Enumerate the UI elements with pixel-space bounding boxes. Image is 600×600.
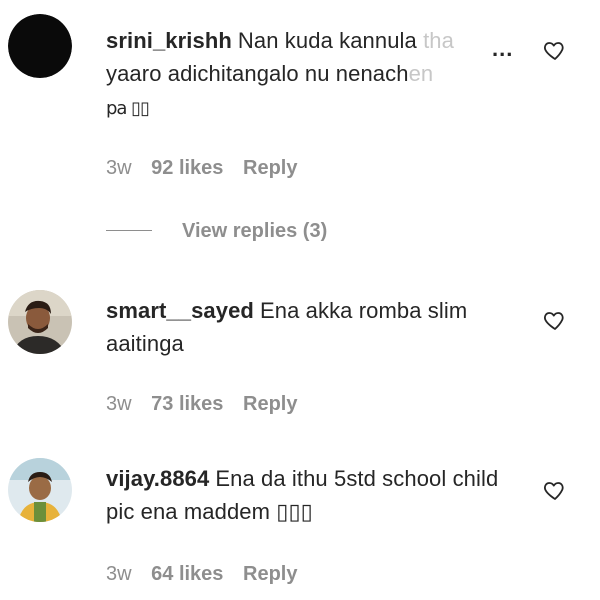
comment-text-faded: tha xyxy=(423,28,454,53)
heart-icon xyxy=(544,482,564,500)
like-button[interactable] xyxy=(542,478,568,502)
like-button[interactable] xyxy=(542,308,568,332)
reply-button[interactable]: Reply xyxy=(243,393,297,415)
avatar[interactable] xyxy=(8,14,72,78)
comment-meta: 3w 73 likes Reply xyxy=(106,392,311,416)
comment-meta: 3w 64 likes Reply xyxy=(106,562,311,586)
comment-text-part: Nan kuda kannula xyxy=(237,28,424,53)
man-photo-avatar-icon xyxy=(8,290,72,354)
comment-text: vijay.8864 Ena da ithu 5std school child … xyxy=(106,462,526,528)
comment-username[interactable]: srini_krishh xyxy=(106,28,232,53)
view-replies-label: View replies (3) xyxy=(182,220,328,242)
reply-button[interactable]: Reply xyxy=(243,563,297,585)
comment-text-line2: yaaro adichitangalo nu nenach xyxy=(106,61,409,86)
child-photo-avatar-icon xyxy=(8,458,72,522)
likes-count[interactable]: 73 likes xyxy=(151,393,223,415)
likes-count[interactable]: 64 likes xyxy=(151,563,223,585)
comment-text: srini_krishh Nan kuda kannula tha yaaro a… xyxy=(106,24,526,125)
avatar[interactable] xyxy=(8,290,72,354)
comment-username[interactable]: vijay.8864 xyxy=(106,466,209,491)
comment-text-line2-faded: en xyxy=(408,61,434,86)
comment-time: 3w xyxy=(106,563,132,585)
comment-time: 3w xyxy=(106,393,132,415)
view-replies-button[interactable]: View replies (3) xyxy=(106,219,327,243)
comment-time: 3w xyxy=(106,157,132,179)
comment-text-line3: pa ▯▯ xyxy=(106,98,150,119)
comment-meta: 3w 92 likes Reply xyxy=(106,156,311,180)
like-button[interactable] xyxy=(542,38,568,62)
divider-line xyxy=(106,229,152,231)
comment-username[interactable]: smart__sayed xyxy=(106,298,254,323)
more-options-button[interactable]: ... xyxy=(492,38,513,60)
heart-icon xyxy=(544,312,564,330)
likes-count[interactable]: 92 likes xyxy=(151,157,223,179)
avatar[interactable] xyxy=(8,458,72,522)
reply-button[interactable]: Reply xyxy=(243,157,297,179)
black-circle-avatar-icon xyxy=(8,14,72,78)
heart-icon xyxy=(544,42,564,60)
comment-text: smart__sayed Ena akka romba slim aaitinga xyxy=(106,294,526,360)
